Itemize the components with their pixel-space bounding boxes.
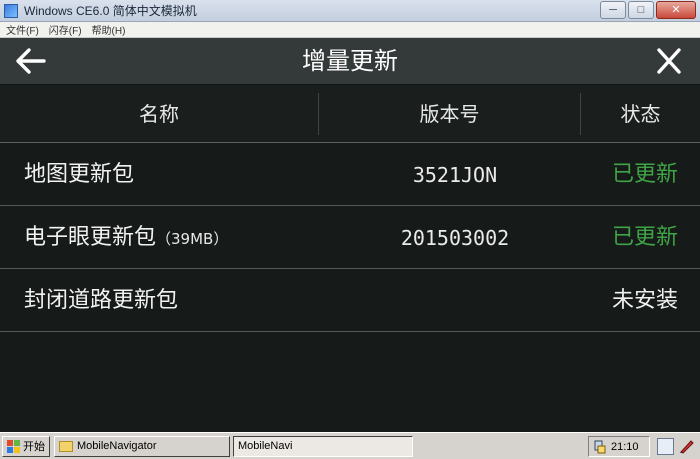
package-status: 已更新 — [611, 162, 678, 187]
folder-icon — [59, 440, 73, 452]
taskbar-item-label: MobileNavigator — [77, 440, 157, 452]
list-item[interactable]: 封闭道路更新包 未安装 — [0, 270, 700, 332]
close-button[interactable] — [654, 47, 684, 75]
package-version: 3521JON — [412, 163, 498, 187]
menu-help[interactable]: 帮助(H) — [92, 22, 126, 37]
minimize-button[interactable]: ─ — [600, 1, 626, 19]
window-title: Windows CE6.0 简体中文模拟机 — [24, 4, 197, 18]
app-header: 增量更新 — [0, 38, 700, 85]
device-screen: 增量更新 名称 版本号 状态 地图更新包 3521JON 已更新 电子眼更新包（… — [0, 38, 700, 432]
connection-icon[interactable] — [593, 440, 607, 454]
back-button[interactable] — [14, 46, 48, 76]
maximize-button[interactable]: □ — [628, 1, 654, 19]
close-icon — [657, 48, 681, 74]
desktop-icon[interactable] — [657, 438, 674, 455]
package-name: 电子眼更新包（39MB） — [24, 225, 229, 250]
page-title: 增量更新 — [302, 47, 398, 75]
taskbar: 开始 MobileNavigator MobileNavi 21:10 — [0, 432, 700, 459]
package-name: 地图更新包 — [24, 162, 135, 187]
taskbar-item-mobilenavi[interactable]: MobileNavi — [233, 435, 413, 457]
list-item[interactable]: 电子眼更新包（39MB） 201503002 已更新 — [0, 207, 700, 269]
column-version: 版本号 — [419, 102, 480, 126]
package-version: 201503002 — [400, 226, 510, 250]
window-title-bar: Windows CE6.0 简体中文模拟机 ─ □ ✕ — [0, 0, 700, 22]
list-item[interactable]: 地图更新包 3521JON 已更新 — [0, 144, 700, 206]
system-tray: 21:10 — [588, 436, 650, 457]
column-name: 名称 — [139, 102, 179, 126]
taskbar-item-label: MobileNavi — [238, 440, 293, 452]
package-status: 已更新 — [611, 225, 678, 250]
arrow-left-icon — [16, 48, 46, 74]
package-name: 封闭道路更新包 — [24, 288, 179, 313]
menu-flash[interactable]: 闪存(F) — [49, 22, 82, 37]
column-header: 名称 版本号 状态 — [0, 85, 700, 143]
column-status: 状态 — [620, 102, 661, 126]
taskbar-item-mobilenavigator[interactable]: MobileNavigator — [54, 435, 230, 457]
windows-logo-icon — [7, 439, 20, 453]
menu-bar: 文件(F) 闪存(F) 帮助(H) — [0, 22, 700, 38]
pen-icon[interactable] — [678, 437, 696, 455]
clock: 21:10 — [611, 440, 639, 453]
window-controls: ─ □ ✕ — [600, 1, 696, 19]
menu-file[interactable]: 文件(F) — [6, 22, 39, 37]
window-close-button[interactable]: ✕ — [656, 1, 696, 19]
start-label: 开始 — [23, 441, 45, 453]
emulator-app-icon — [4, 3, 18, 18]
package-status: 未安装 — [611, 288, 678, 313]
package-version — [330, 270, 580, 332]
start-button[interactable]: 开始 — [2, 435, 50, 457]
